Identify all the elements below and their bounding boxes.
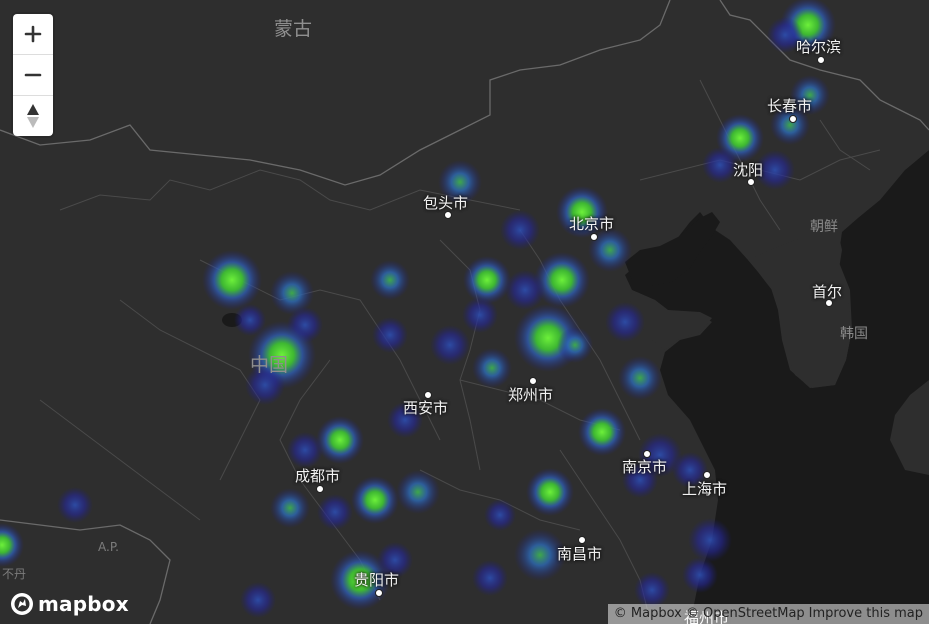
plus-icon (24, 25, 42, 43)
label-harbin: 哈尔滨 (796, 38, 842, 56)
label-shenyang: 沈阳 (733, 161, 764, 179)
minus-icon (24, 73, 42, 77)
label-changchun: 长春市 (767, 97, 813, 115)
label-chengdu: 成都市 (295, 467, 341, 485)
label-seoul: 首尔 (812, 283, 843, 301)
city-dot-chengdu (316, 485, 324, 493)
label-nanjing: 南京市 (622, 458, 668, 476)
attribution-bar: © Mapbox © OpenStreetMap Improve this map (607, 604, 929, 624)
city-dot-guiyang (375, 589, 383, 597)
map-canvas[interactable]: 蒙古 哈尔滨 长春市 沈阳 朝鲜 首尔 韩国 包头市 北京市 中国 西安市 郑州… (0, 0, 929, 624)
zoom-out-button[interactable] (13, 55, 53, 96)
city-dot-changchun (789, 115, 797, 123)
label-baotou: 包头市 (423, 194, 469, 212)
city-dot-beijing (590, 233, 598, 241)
map-base-layer (0, 0, 929, 624)
mapbox-logo-icon (11, 593, 33, 615)
attribution-mapbox-link[interactable]: © Mapbox (614, 606, 682, 621)
mapbox-logo-text: mapbox (38, 592, 129, 616)
north-arrow-icon (27, 104, 39, 128)
zoom-in-button[interactable] (13, 14, 53, 55)
attribution-osm-link[interactable]: © OpenStreetMap (686, 606, 805, 621)
label-beijing: 北京市 (569, 215, 615, 233)
label-south-korea: 韩国 (840, 326, 868, 342)
label-mongolia: 蒙古 (274, 18, 313, 40)
label-ap: A.P. (98, 540, 119, 554)
compass-button[interactable] (13, 96, 53, 136)
label-nanchang: 南昌市 (557, 545, 603, 563)
city-dot-harbin (817, 56, 825, 64)
label-xian: 西安市 (403, 399, 449, 417)
label-china: 中国 (250, 354, 289, 376)
attribution-improve-link[interactable]: Improve this map (809, 606, 923, 621)
label-zhengzhou: 郑州市 (508, 386, 554, 404)
label-north-korea: 朝鲜 (810, 219, 838, 235)
zoom-control (13, 14, 53, 136)
mapbox-logo[interactable]: mapbox (10, 592, 129, 616)
label-shanghai: 上海市 (682, 480, 728, 498)
label-guiyang: 贵阳市 (354, 571, 400, 589)
label-bhutan: 不丹 (2, 567, 27, 581)
